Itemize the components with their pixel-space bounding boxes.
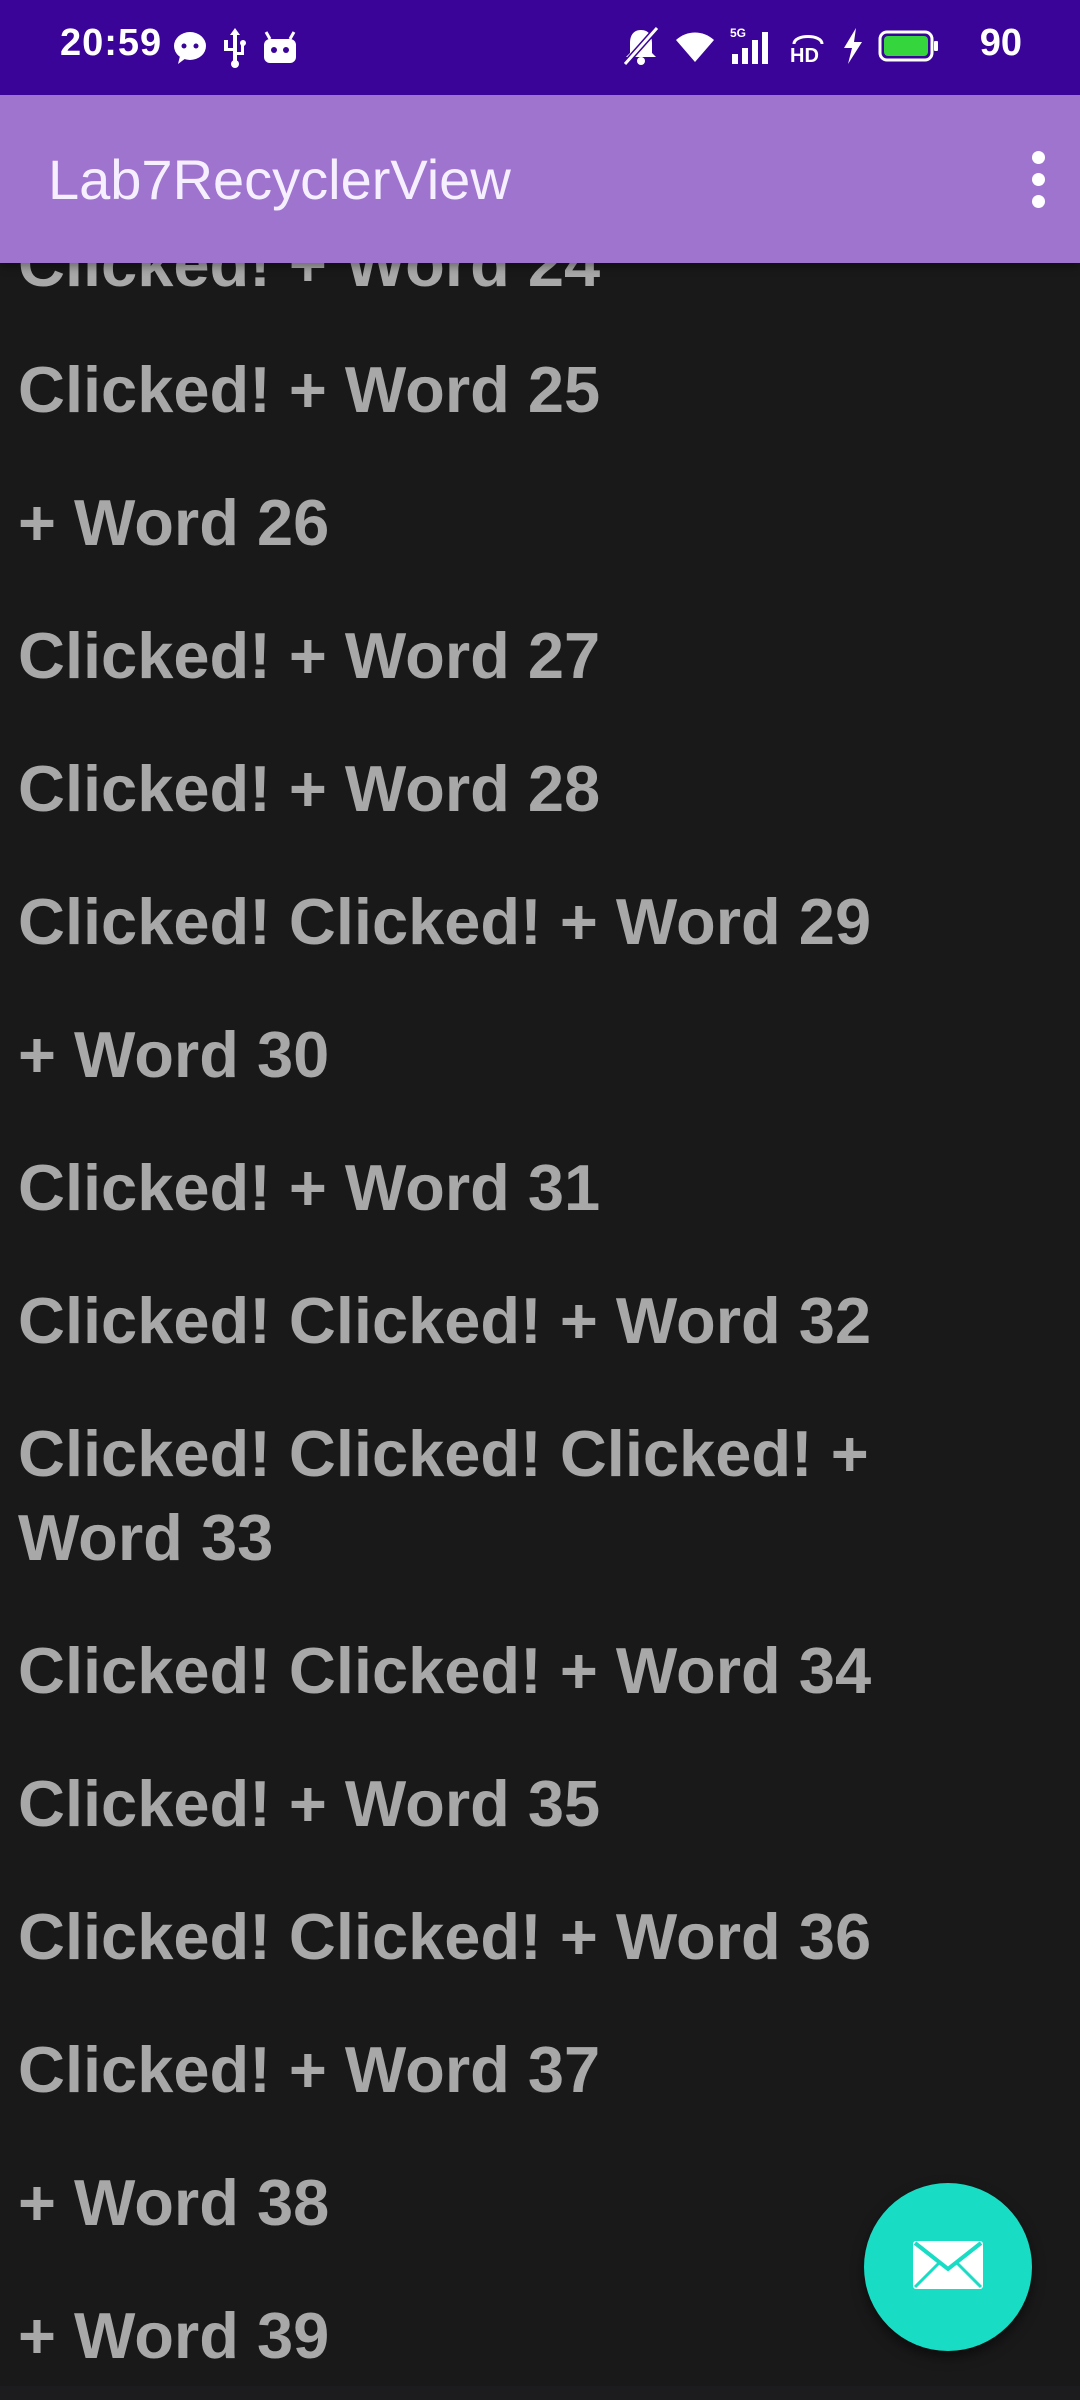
battery-percent: 90 bbox=[979, 22, 1022, 64]
list-item[interactable]: Clicked! Clicked! + Word 29 bbox=[18, 880, 918, 964]
signal-5g-icon: 5G bbox=[730, 26, 774, 71]
list-item[interactable]: Clicked! + Word 35 bbox=[18, 1762, 918, 1846]
status-left-icons bbox=[172, 28, 298, 73]
list-item[interactable]: Clicked! Clicked! + Word 34 bbox=[18, 1629, 918, 1713]
usb-icon bbox=[222, 28, 248, 73]
list-item[interactable]: Clicked! + Word 27 bbox=[18, 614, 918, 698]
android-icon bbox=[262, 31, 298, 70]
battery-icon bbox=[878, 30, 940, 67]
charging-icon bbox=[842, 28, 864, 69]
app-bar: Lab7RecyclerView bbox=[0, 95, 1080, 263]
list-item[interactable]: Clicked! + Word 28 bbox=[18, 747, 918, 831]
list-item[interactable]: Clicked! Clicked! Clicked! + Word 33 bbox=[18, 1412, 918, 1580]
status-bar: 20:59 5G HD 90 bbox=[0, 0, 1080, 95]
app-title: Lab7RecyclerView bbox=[48, 148, 511, 211]
mail-icon bbox=[911, 2239, 985, 2296]
fab-mail-button[interactable] bbox=[864, 2183, 1032, 2351]
navigation-bar bbox=[0, 2386, 1080, 2400]
muted-bell-icon bbox=[622, 26, 660, 71]
list-item[interactable]: + Word 30 bbox=[18, 1013, 918, 1097]
list-item[interactable]: Clicked! + Word 37 bbox=[18, 2028, 918, 2112]
chat-bubble-icon bbox=[172, 30, 208, 71]
screen: 20:59 5G HD 90 Lab7RecyclerView Clicked!… bbox=[0, 0, 1080, 2400]
list-item[interactable]: Clicked! + Word 31 bbox=[18, 1146, 918, 1230]
list-item[interactable]: Clicked! Clicked! + Word 36 bbox=[18, 1895, 918, 1979]
list-item[interactable]: + Word 39 bbox=[18, 2294, 918, 2378]
hd-icon: HD bbox=[788, 26, 828, 71]
list-item[interactable]: + Word 38 bbox=[18, 2161, 918, 2245]
list-item[interactable]: + Word 26 bbox=[18, 481, 918, 565]
status-time: 20:59 bbox=[60, 22, 163, 64]
list-item[interactable]: Clicked! Clicked! + Word 32 bbox=[18, 1279, 918, 1363]
svg-text:5G: 5G bbox=[730, 26, 746, 40]
more-vert-icon[interactable] bbox=[1010, 139, 1066, 219]
svg-text:HD: HD bbox=[790, 45, 819, 66]
recycler-list[interactable]: Clicked! + Word 24 Clicked! + Word 25 + … bbox=[0, 0, 1080, 2400]
status-right-icons: 5G HD bbox=[622, 26, 940, 71]
list-item[interactable]: Clicked! + Word 25 bbox=[18, 348, 918, 432]
wifi-icon bbox=[674, 28, 716, 69]
